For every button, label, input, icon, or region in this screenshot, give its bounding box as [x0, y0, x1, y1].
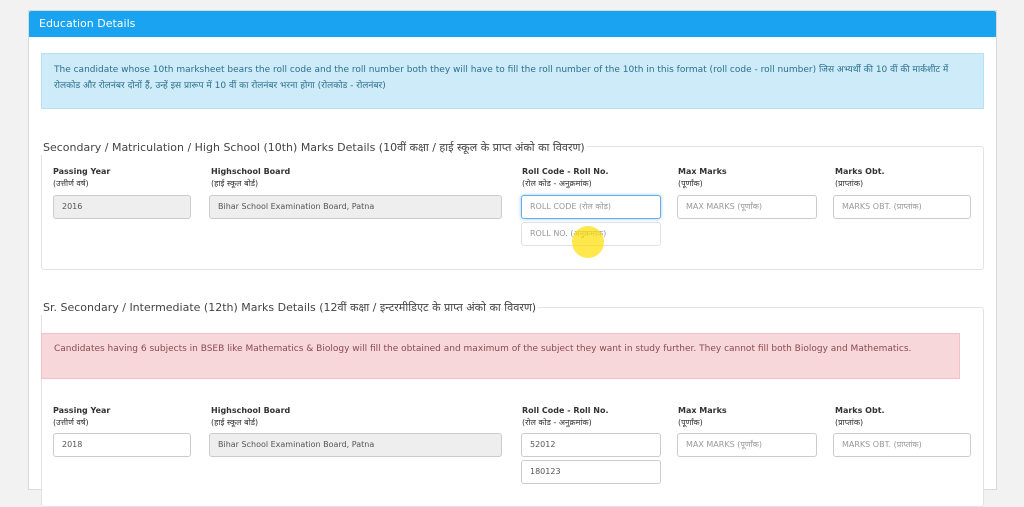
max-marks-label: Max Marks (पूर्णांक): [678, 406, 727, 427]
roll-code-10th-input[interactable]: ROLL CODE (रोल कोड): [521, 195, 661, 219]
senior-section-title: Sr. Secondary / Intermediate (12th) Mark…: [41, 300, 539, 315]
passing-year-12th-field[interactable]: 2018: [53, 433, 191, 457]
marks-obt-label: Marks Obt. (प्राप्तांक): [835, 406, 885, 427]
roll-label: Roll Code - Roll No. (रोल कोड - अनुक्रमा…: [522, 167, 609, 188]
panel-title: Education Details: [29, 11, 996, 37]
education-details-panel: Education Details The candidate whose 10…: [28, 10, 997, 507]
roll-label: Roll Code - Roll No. (रोल कोड - अनुक्रमा…: [522, 406, 609, 427]
board-label: Highschool Board (हाई स्कूल बोर्ड): [211, 406, 291, 427]
max-marks-label: Max Marks (पूर्णांक): [678, 167, 727, 188]
board-12th-field[interactable]: Bihar School Examination Board, Patna: [209, 433, 502, 457]
marks-obt-10th-input[interactable]: MARKS OBT. (प्राप्तांक): [833, 195, 971, 219]
mouse-cursor-highlight: [572, 226, 604, 258]
max-marks-10th-input[interactable]: MAX MARKS (पूर्णांक): [677, 195, 817, 219]
secondary-section-title: Secondary / Matriculation / High School …: [41, 140, 587, 155]
passing-year-10th-field[interactable]: 2016: [53, 195, 191, 219]
passing-year-label: Passing Year (उत्तीर्ण वर्ष): [53, 406, 111, 427]
marks-obt-label: Marks Obt. (प्राप्तांक): [835, 167, 885, 188]
board-label: Highschool Board (हाई स्कूल बोर्ड): [211, 167, 291, 188]
max-marks-12th-input[interactable]: MAX MARKS (पूर्णांक): [677, 433, 817, 457]
subject-alert: Candidates having 6 subjects in BSEB lik…: [41, 333, 960, 379]
passing-year-label: Passing Year (उत्तीर्ण वर्ष): [53, 167, 111, 188]
roll-code-12th-input[interactable]: 52012: [521, 433, 661, 457]
roll-no-12th-input[interactable]: 180123: [521, 460, 661, 484]
roll-format-info: The candidate whose 10th marksheet bears…: [41, 53, 984, 109]
marks-obt-12th-input[interactable]: MARKS OBT. (प्राप्तांक): [833, 433, 971, 457]
board-10th-field[interactable]: Bihar School Examination Board, Patna: [209, 195, 502, 219]
